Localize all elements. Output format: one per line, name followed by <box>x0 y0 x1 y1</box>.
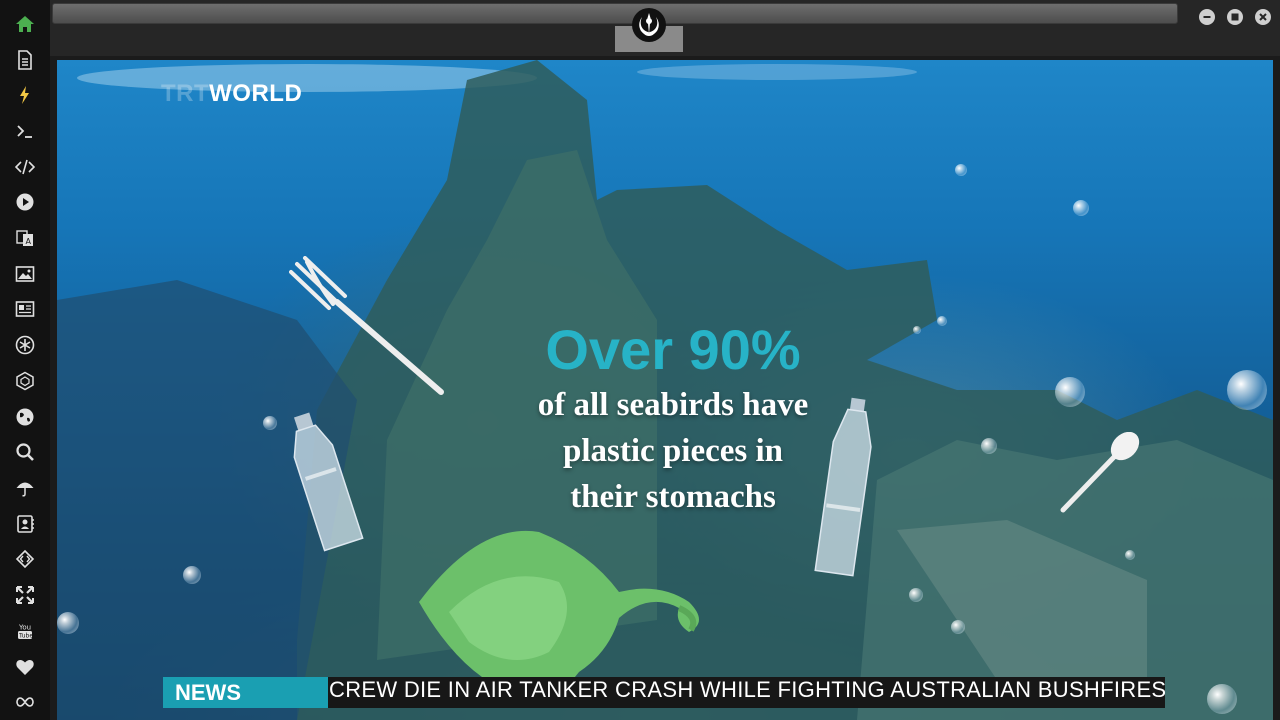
image-icon <box>15 265 35 282</box>
umbrella-icon <box>16 482 34 497</box>
sidebar-item-expand[interactable] <box>0 577 50 613</box>
logo-name: WORLD <box>209 80 303 107</box>
expand-icon <box>16 586 34 605</box>
newspaper-icon <box>15 301 35 318</box>
minimize-button[interactable] <box>1199 9 1215 25</box>
sidebar-item-youtube[interactable]: You Tube <box>0 613 50 649</box>
sidebar-item-lightning[interactable] <box>0 77 50 113</box>
bubble <box>263 416 277 430</box>
plastic-spoon-icon <box>1060 432 1140 513</box>
sidebar-item-terminal[interactable] <box>0 113 50 149</box>
headline-line-2: plastic pieces in <box>563 433 783 469</box>
svg-text:You: You <box>18 623 31 631</box>
terminal-icon <box>17 125 32 138</box>
sidebar-item-document[interactable] <box>0 42 50 78</box>
sidebar-item-infinity[interactable] <box>0 684 50 720</box>
bubble <box>1207 684 1237 714</box>
close-icon <box>1259 13 1267 21</box>
diamond-code-icon <box>15 550 35 569</box>
headline: Over 90% of all seabirds have plastic pi… <box>457 318 889 520</box>
bubble <box>1073 200 1089 216</box>
minimize-icon <box>1203 16 1211 18</box>
document-icon <box>18 49 32 70</box>
contacts-icon <box>17 514 34 533</box>
svg-text:A: A <box>26 237 32 246</box>
close-button[interactable] <box>1255 9 1271 25</box>
bubble <box>1125 550 1135 560</box>
sidebar-item-umbrella[interactable] <box>0 470 50 506</box>
headline-line-1: of all seabirds have <box>537 387 809 423</box>
bubble <box>937 316 947 326</box>
sidebar-item-contacts[interactable] <box>0 506 50 542</box>
sidebar-item-translate[interactable]: A <box>0 220 50 256</box>
ticker-text: CREW DIE IN AIR TANKER CRASH WHILE FIGHT… <box>329 677 1167 702</box>
play-icon <box>16 193 34 211</box>
svg-text:Tube: Tube <box>18 632 33 639</box>
infinity-icon <box>16 697 34 707</box>
news-ticker: NEWS CREW DIE IN AIR TANKER CRASH WHILE … <box>163 677 1167 708</box>
bubble <box>955 164 967 176</box>
sidebar-item-cube[interactable] <box>0 363 50 399</box>
sidebar: A You Tube <box>0 0 50 720</box>
bubble <box>1055 377 1085 407</box>
bubble <box>183 566 201 584</box>
youtube-icon: YouTube <box>18 623 33 639</box>
code-icon <box>15 159 35 174</box>
bubble <box>913 326 921 334</box>
search-icon <box>16 443 34 462</box>
sidebar-item-home[interactable] <box>0 6 50 42</box>
heart-icon <box>16 659 34 675</box>
translate-icon: A <box>16 230 33 247</box>
video-player[interactable]: TRTWORLD Over 90% of all seabirds have p… <box>57 60 1273 720</box>
plastic-bottle-icon <box>293 412 364 552</box>
globe-icon <box>16 408 34 426</box>
headline-stat: Over 90% <box>545 318 801 381</box>
sidebar-item-newspaper[interactable] <box>0 292 50 328</box>
rebel-alliance-icon <box>632 8 666 42</box>
channel-logo: TRTWORLD <box>161 80 302 108</box>
address-bar[interactable] <box>52 3 1178 24</box>
bubble <box>909 588 923 602</box>
sidebar-item-image[interactable] <box>0 256 50 292</box>
logo-brand: TRT <box>161 80 210 107</box>
maximize-icon <box>1231 13 1239 21</box>
bubble <box>951 620 965 634</box>
sidebar-item-diamond-code[interactable] <box>0 542 50 578</box>
sidebar-item-globe[interactable] <box>0 399 50 435</box>
sidebar-item-heart[interactable] <box>0 649 50 685</box>
sidebar-item-code[interactable] <box>0 149 50 185</box>
home-icon <box>16 15 34 32</box>
sidebar-item-play[interactable] <box>0 185 50 221</box>
maximize-button[interactable] <box>1227 9 1243 25</box>
bubble <box>57 612 79 634</box>
cube-icon <box>16 371 34 391</box>
sidebar-item-asterisk[interactable] <box>0 327 50 363</box>
bubble <box>981 438 997 454</box>
ticker-label: NEWS <box>163 677 328 708</box>
plastic-fork-icon <box>289 256 444 395</box>
lightning-icon <box>20 86 29 105</box>
headline-line-3: their stomachs <box>570 479 776 515</box>
asterisk-icon <box>15 335 35 355</box>
bubble <box>1227 370 1267 410</box>
sidebar-item-search[interactable] <box>0 434 50 470</box>
